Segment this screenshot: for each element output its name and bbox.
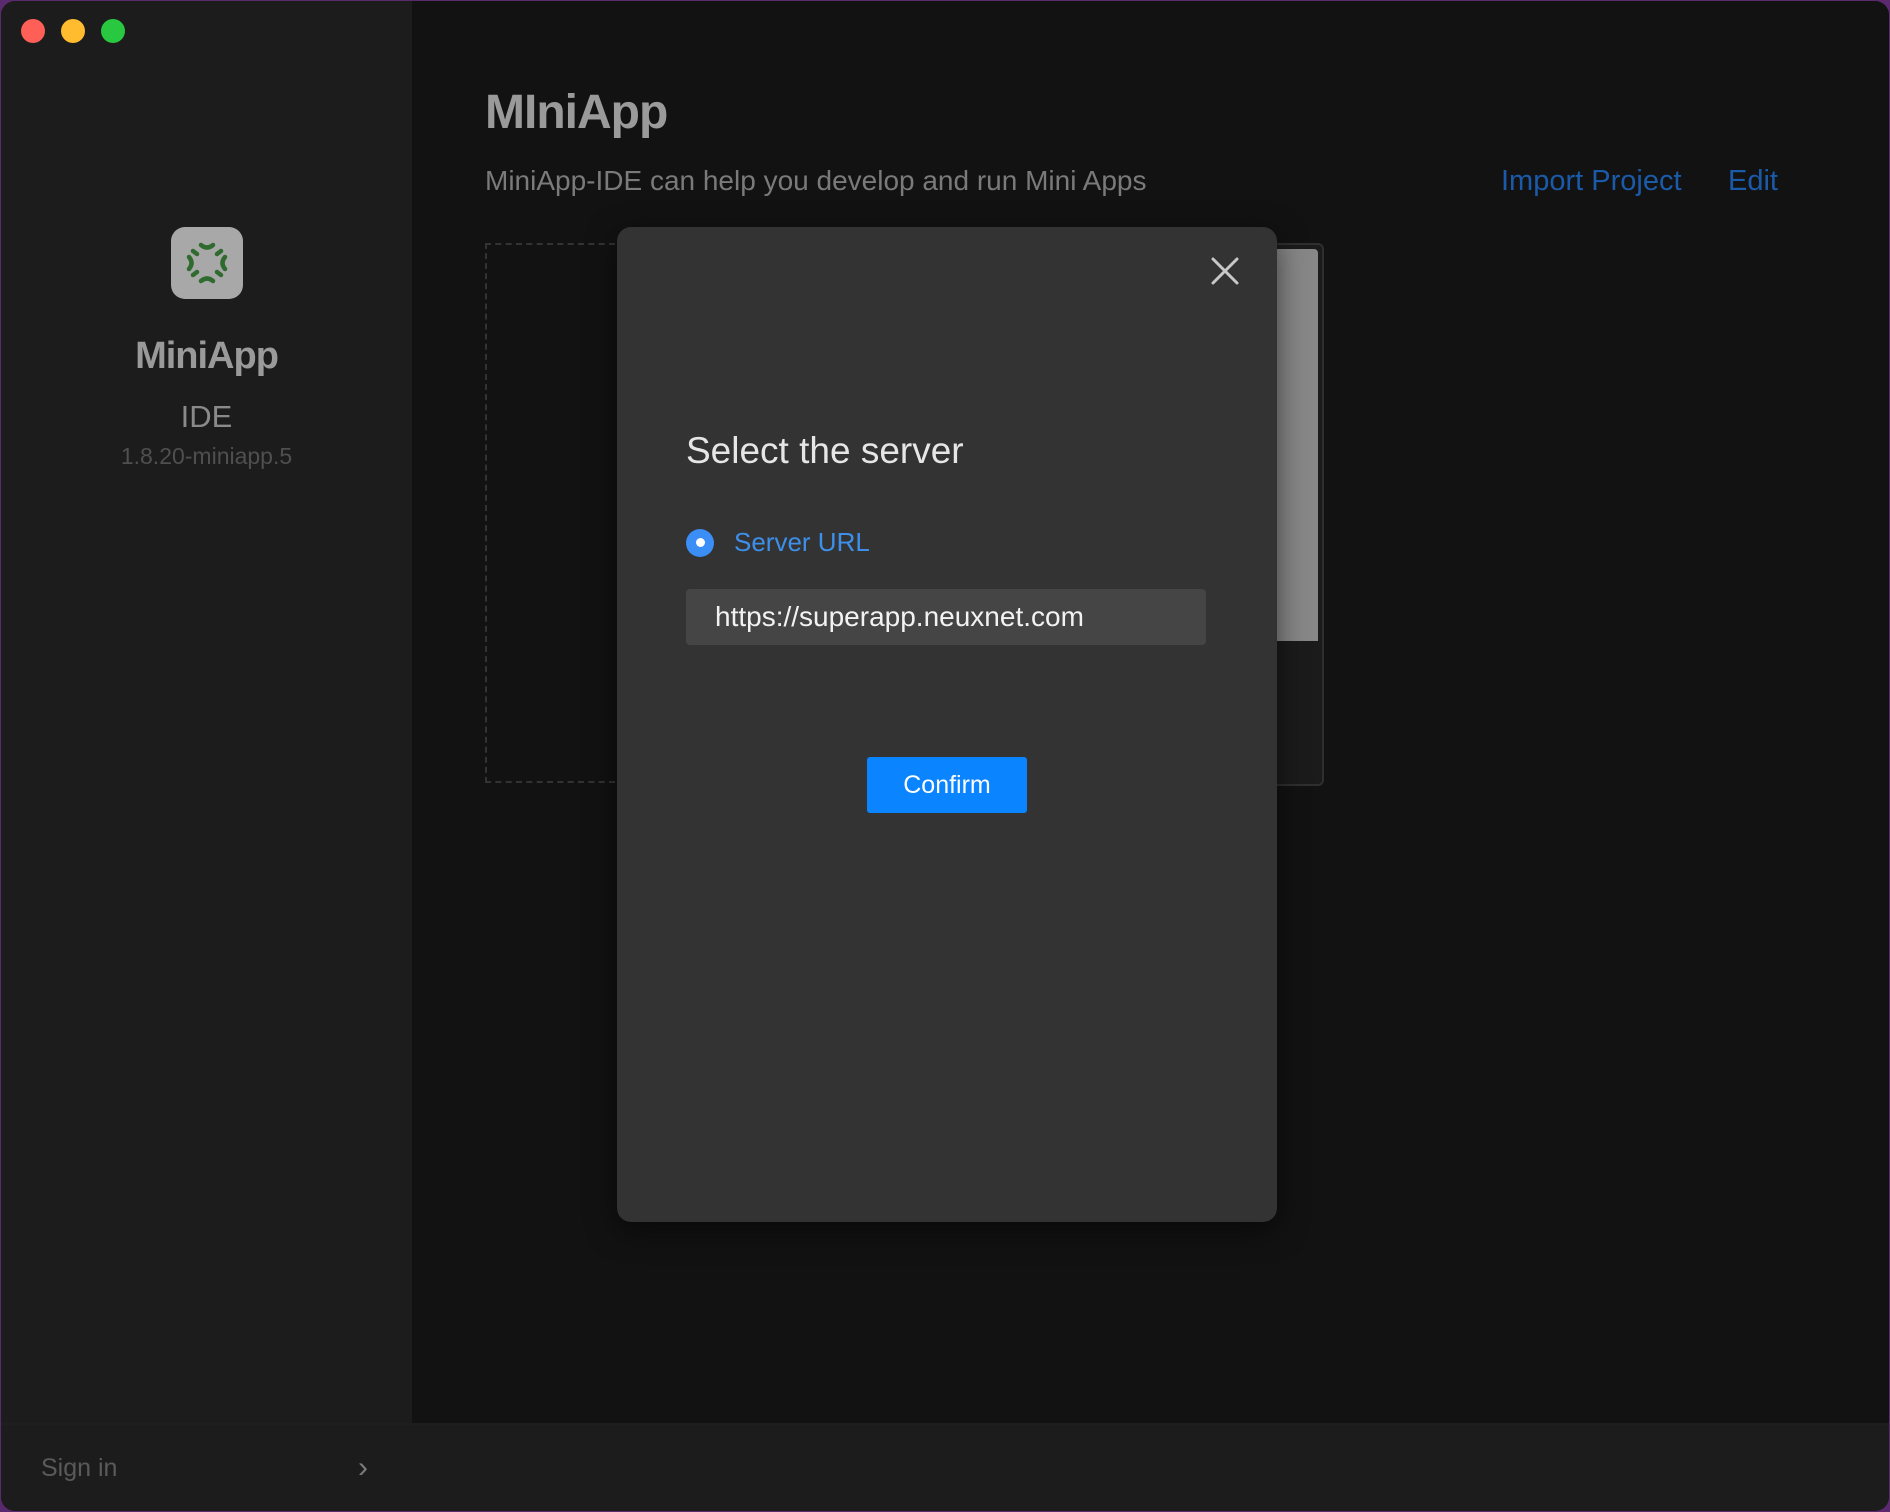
sign-in-button[interactable]: Sign in › (1, 1425, 412, 1511)
edit-link[interactable]: Edit (1728, 165, 1778, 198)
miniapp-logo-icon (171, 227, 243, 299)
server-url-label: Server URL (734, 527, 870, 557)
import-project-link[interactable]: Import Project (1501, 165, 1682, 198)
maximize-window-button[interactable] (101, 19, 125, 43)
radio-button-selected[interactable] (686, 528, 714, 557)
select-server-dialog: Select the server Server URL Confirm (617, 227, 1277, 1222)
chevron-right-icon: › (358, 1451, 368, 1484)
server-url-option[interactable]: Server URL (686, 527, 870, 558)
app-subtitle: IDE (180, 399, 233, 434)
app-window: MiniApp IDE 1.8.20-miniapp.5 Sign in › M… (1, 1, 1889, 1511)
minimize-window-button[interactable] (61, 19, 85, 43)
sidebar: MiniApp IDE 1.8.20-miniapp.5 (1, 1, 412, 1423)
app-name: MiniApp (135, 335, 279, 377)
window-controls (21, 19, 125, 43)
app-version: 1.8.20-miniapp.5 (120, 443, 293, 469)
close-window-button[interactable] (21, 19, 45, 43)
close-icon[interactable] (1205, 251, 1245, 291)
new-project-card[interactable] (485, 243, 615, 783)
page-description: MiniApp-IDE can help you develop and run… (485, 165, 1147, 196)
server-url-input[interactable] (686, 589, 1206, 645)
page-title: MIniApp (485, 86, 668, 139)
bottom-bar (412, 1425, 1889, 1511)
confirm-button[interactable]: Confirm (867, 757, 1027, 813)
dialog-title: Select the server (686, 430, 964, 471)
sign-in-label: Sign in (41, 1453, 118, 1482)
